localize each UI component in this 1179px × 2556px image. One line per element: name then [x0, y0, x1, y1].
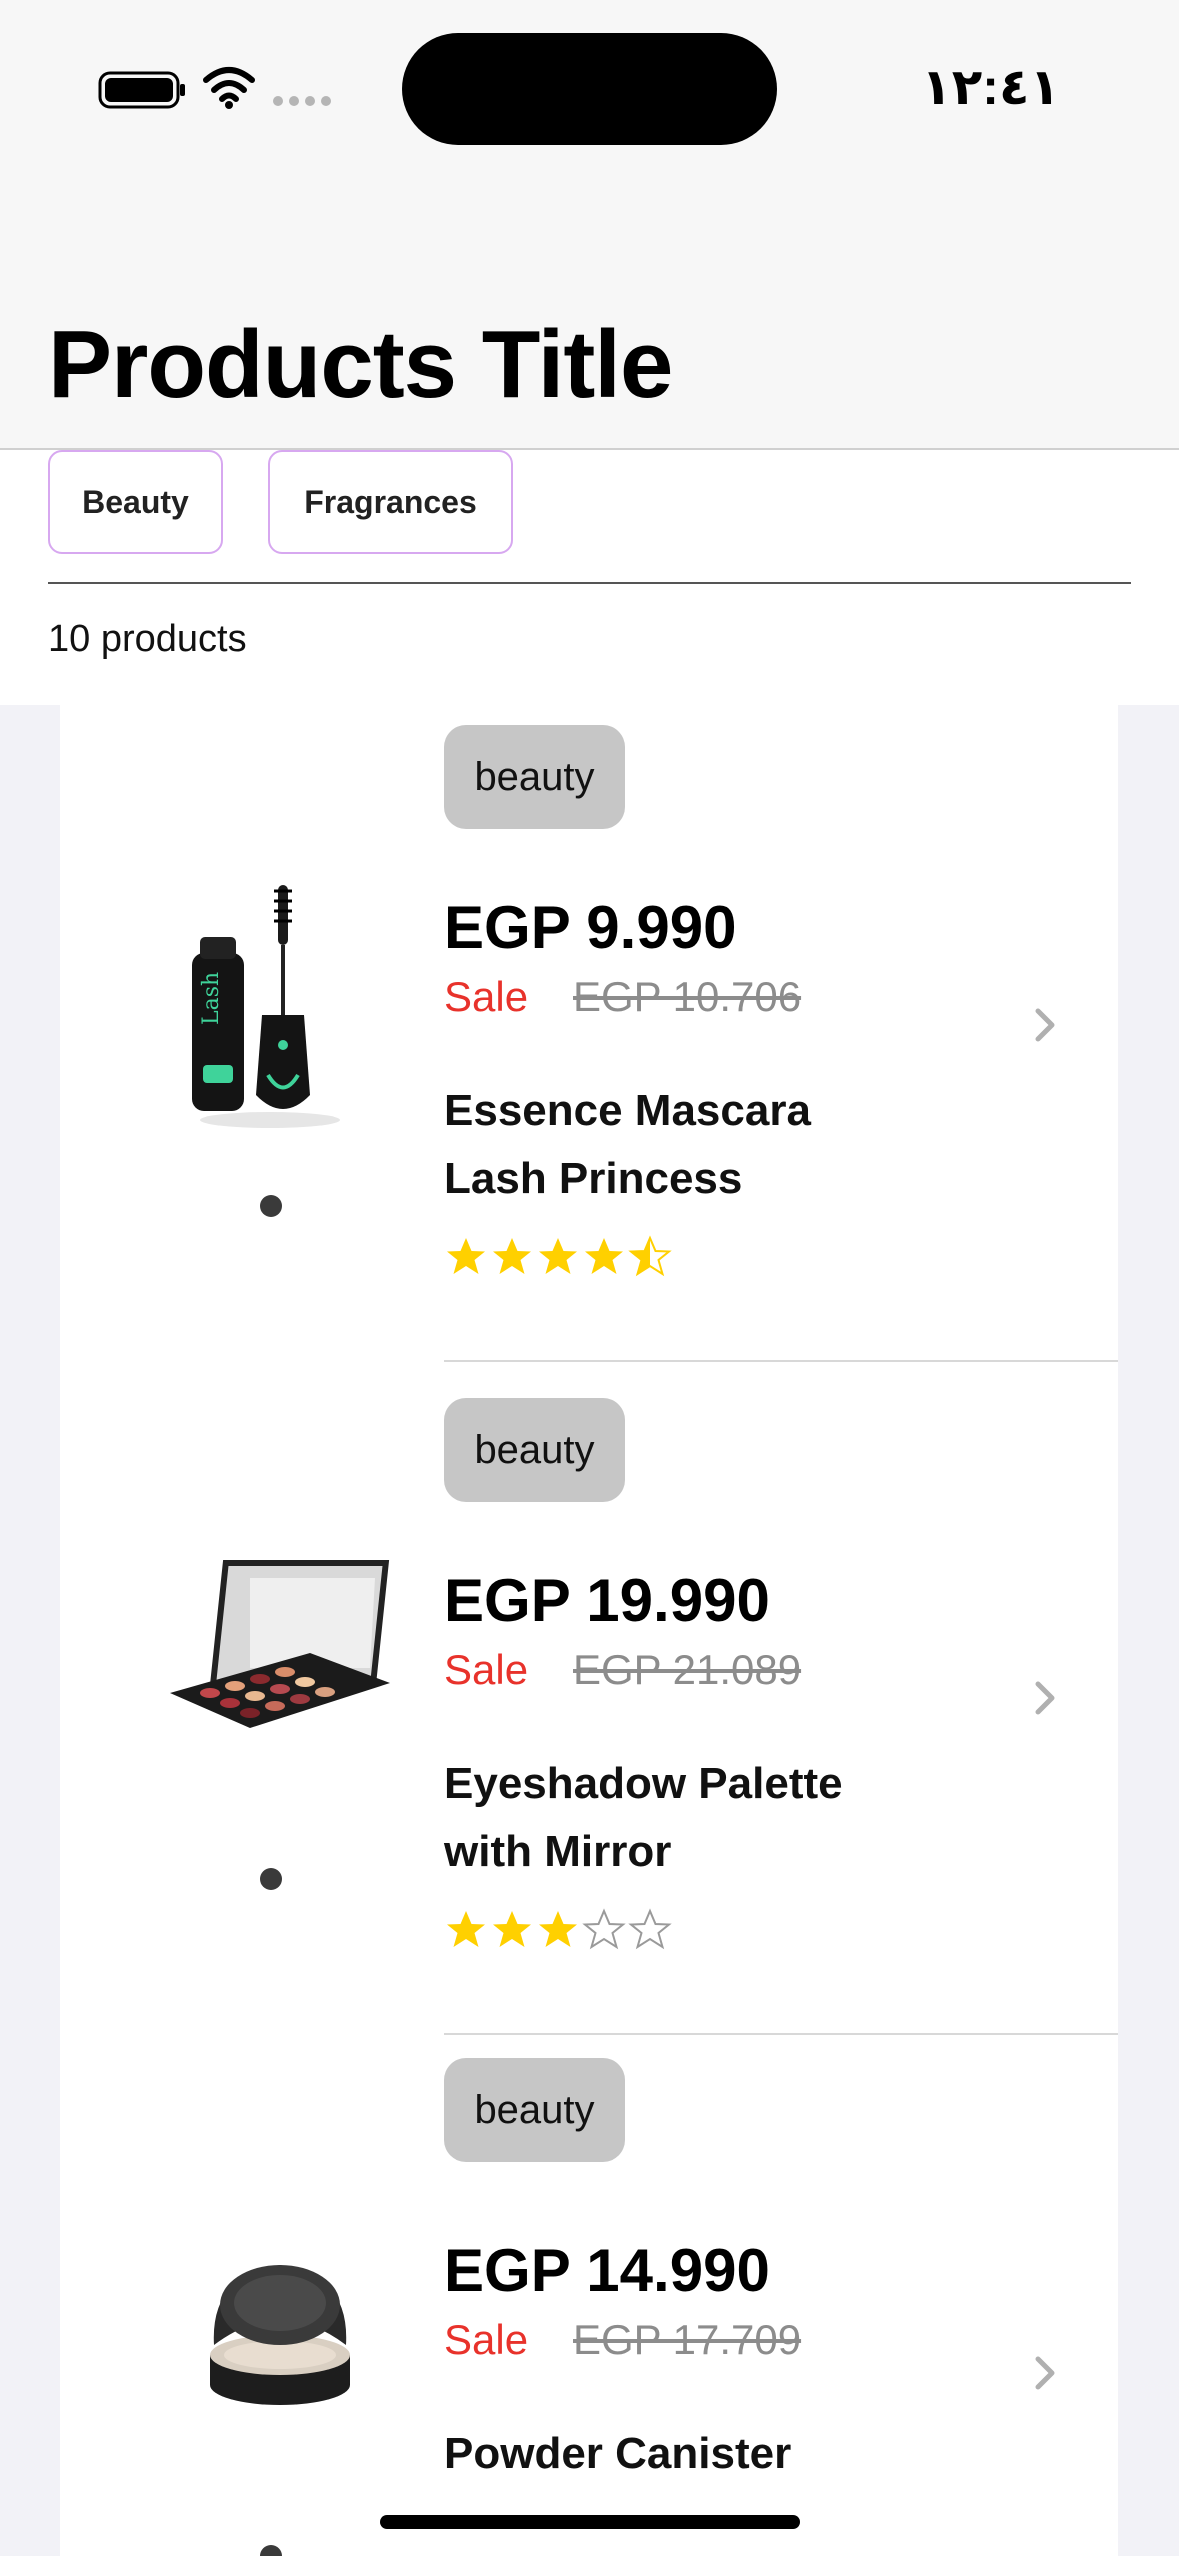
product-price: EGP 9.990	[444, 894, 737, 961]
cellular-signal-icon	[273, 96, 331, 106]
svg-text:Lash: Lash	[199, 972, 224, 1025]
image-page-dot	[260, 2545, 282, 2556]
product-row[interactable]: beauty EGP 14.990 Sale EGP 17.709 Powder…	[60, 2035, 1118, 2556]
page-title: Products Title	[48, 311, 673, 418]
product-list: beauty Lash EGP 9.990 Sale EGP 10.706 Es…	[60, 705, 1118, 2556]
star-full-icon	[493, 1238, 531, 1274]
filter-divider	[48, 582, 1131, 584]
row-divider	[444, 1360, 1118, 1362]
battery-icon	[98, 71, 185, 109]
filter-section: Beauty Fragrances 10 products	[0, 450, 1179, 705]
category-badge: beauty	[444, 1398, 625, 1502]
star-rating	[444, 1235, 672, 1279]
home-indicator[interactable]	[380, 2515, 800, 2529]
star-half-icon	[628, 1235, 672, 1277]
chevron-right-icon	[1035, 2356, 1055, 2390]
product-name-line: Eyeshadow Palette	[444, 1759, 843, 1808]
product-name-line: Powder Canister	[444, 2429, 792, 2478]
product-row[interactable]: beauty EGP 19.990 Sale EGP 21.089 Eyesha…	[60, 1363, 1118, 2035]
wifi-icon	[203, 67, 255, 109]
product-name-line: with Mirror	[444, 1827, 672, 1876]
sale-label: Sale	[444, 1646, 529, 1693]
product-price: EGP 19.990	[444, 1567, 770, 1634]
star-empty-icon	[582, 1908, 626, 1950]
category-badge: beauty	[444, 725, 625, 829]
star-full-icon	[539, 1238, 577, 1274]
product-name: Powder Canister	[444, 2420, 924, 2488]
filter-chip-beauty[interactable]: Beauty	[48, 450, 223, 554]
star-full-icon	[447, 1911, 485, 1947]
image-page-dot	[260, 1195, 282, 1217]
star-full-icon	[585, 1238, 623, 1274]
star-full-icon	[539, 1911, 577, 1947]
star-full-icon	[493, 1911, 531, 1947]
navigation-header: ١٢:٤١ Products Title	[0, 0, 1179, 450]
product-price: EGP 14.990	[444, 2237, 770, 2304]
chevron-right-icon	[1035, 1008, 1055, 1042]
mascara-image: Lash	[150, 875, 390, 1135]
original-price: EGP 10.706	[573, 973, 802, 1020]
category-badge: beauty	[444, 2058, 625, 2162]
status-time: ١٢:٤١	[921, 59, 1060, 115]
star-rating	[444, 1908, 672, 1952]
product-row[interactable]: beauty Lash EGP 9.990 Sale EGP 10.706 Es…	[60, 705, 1118, 1363]
dynamic-island	[402, 33, 777, 145]
product-name-line: Essence Mascara	[444, 1086, 811, 1135]
original-price: EGP 17.709	[573, 2316, 802, 2363]
product-count: 10 products	[48, 618, 247, 660]
star-empty-icon	[628, 1908, 672, 1950]
status-bar: ١٢:٤١	[0, 0, 1179, 170]
sale-label: Sale	[444, 973, 529, 1020]
sale-label: Sale	[444, 2316, 529, 2363]
chevron-right-icon	[1035, 1681, 1055, 1715]
original-price: EGP 21.089	[573, 1646, 802, 1693]
product-name: Essence Mascara Lash Princess	[444, 1077, 924, 1213]
filter-chip-fragrances[interactable]: Fragrances	[268, 450, 513, 554]
powder-canister-image	[180, 2235, 380, 2435]
product-name-line: Lash Princess	[444, 1154, 743, 1203]
product-name: Eyeshadow Palette with Mirror	[444, 1750, 924, 1886]
eyeshadow-palette-image	[160, 1523, 400, 1783]
image-page-dot	[260, 1868, 282, 1890]
star-full-icon	[447, 1238, 485, 1274]
